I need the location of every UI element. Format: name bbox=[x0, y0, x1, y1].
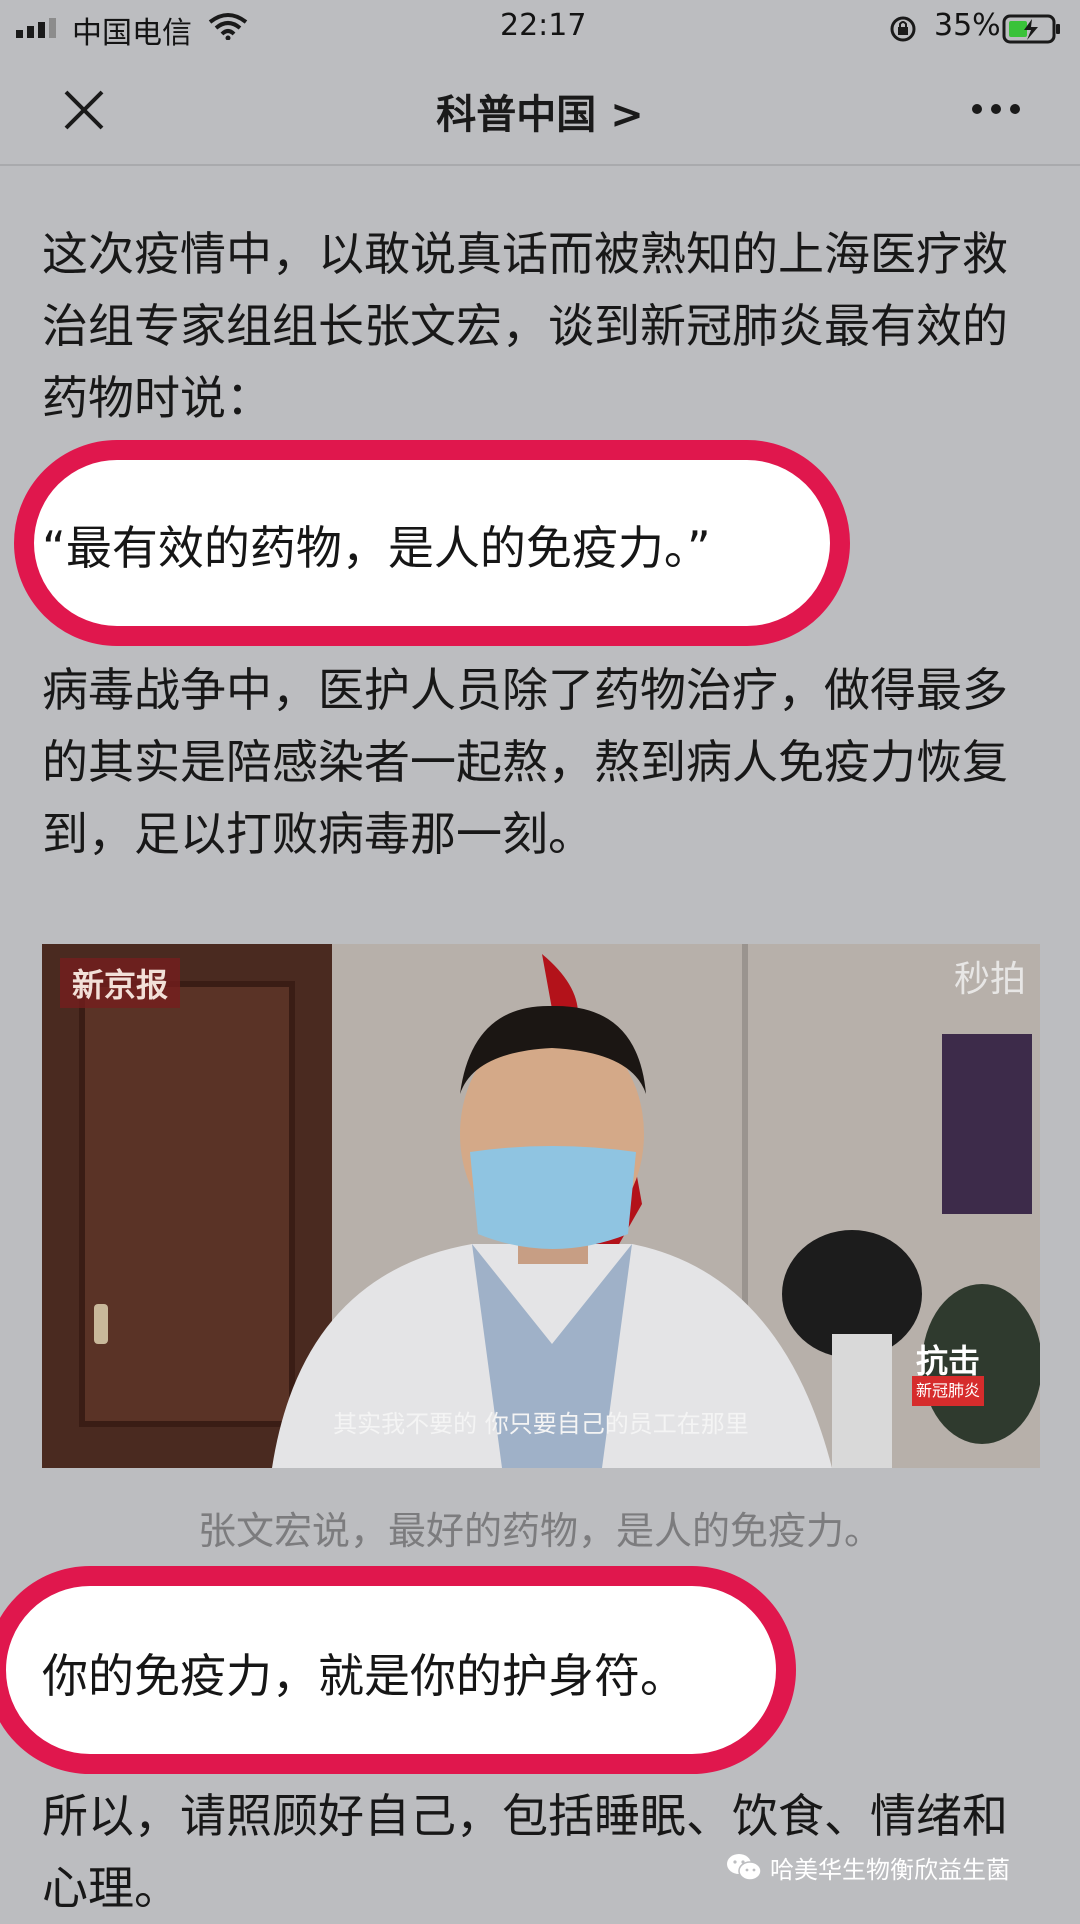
battery-percent: 35% bbox=[934, 8, 1001, 43]
wifi-icon bbox=[208, 13, 248, 40]
account-watermark: 哈美华生物衡欣益生菌 bbox=[770, 1856, 1010, 1884]
intro-paragraph: 这次疫情中，以敢说真话而被熟知的上海医疗救治组专家组组长张文宏，谈到新冠肺炎最有… bbox=[42, 227, 1008, 425]
more-icon[interactable] bbox=[970, 102, 1022, 116]
video-subtitle: 其实我不要的 你只要自己的员工在那里 bbox=[333, 1410, 749, 1438]
signal-icon bbox=[16, 18, 56, 38]
highlight-statement: 你的免疫力，就是你的护身符。 bbox=[42, 1649, 686, 1703]
photo-scene bbox=[42, 944, 1040, 1468]
highlight-quote: “最有效的药物，是人的免疫力。” bbox=[42, 521, 711, 575]
nav-bar: 科普中国 > bbox=[0, 52, 1080, 166]
source-badge: 新京报 bbox=[60, 958, 181, 1008]
video-app-watermark: 秒拍 bbox=[953, 959, 1026, 1000]
campaign-logo-title: 抗击 bbox=[915, 1342, 980, 1380]
clock-time: 22:17 bbox=[500, 8, 587, 43]
article-photo[interactable]: 新京报 秒拍 抗击 新冠肺炎 其实我不要的 你只要自己的员工在那里 bbox=[42, 944, 1040, 1468]
status-bar: 中国电信 22:17 35% bbox=[0, 0, 1080, 52]
account-title-link[interactable]: 科普中国 > bbox=[0, 82, 1080, 140]
wechat-icon bbox=[727, 1854, 762, 1881]
lock-rotation-icon bbox=[890, 16, 916, 42]
photo-caption: 张文宏说，最好的药物，是人的免疫力。 bbox=[197, 1509, 882, 1553]
carrier-label: 中国电信 bbox=[72, 16, 192, 51]
body-paragraph: 病毒战争中，医护人员除了药物治疗，做得最多的其实是陪感染者一起熬，熬到病人免疫力… bbox=[42, 663, 1008, 861]
battery-charging-icon bbox=[1002, 14, 1060, 44]
campaign-logo-sub: 新冠肺炎 bbox=[911, 1376, 984, 1406]
campaign-logo: 抗击 新冠肺炎 bbox=[911, 1345, 984, 1406]
